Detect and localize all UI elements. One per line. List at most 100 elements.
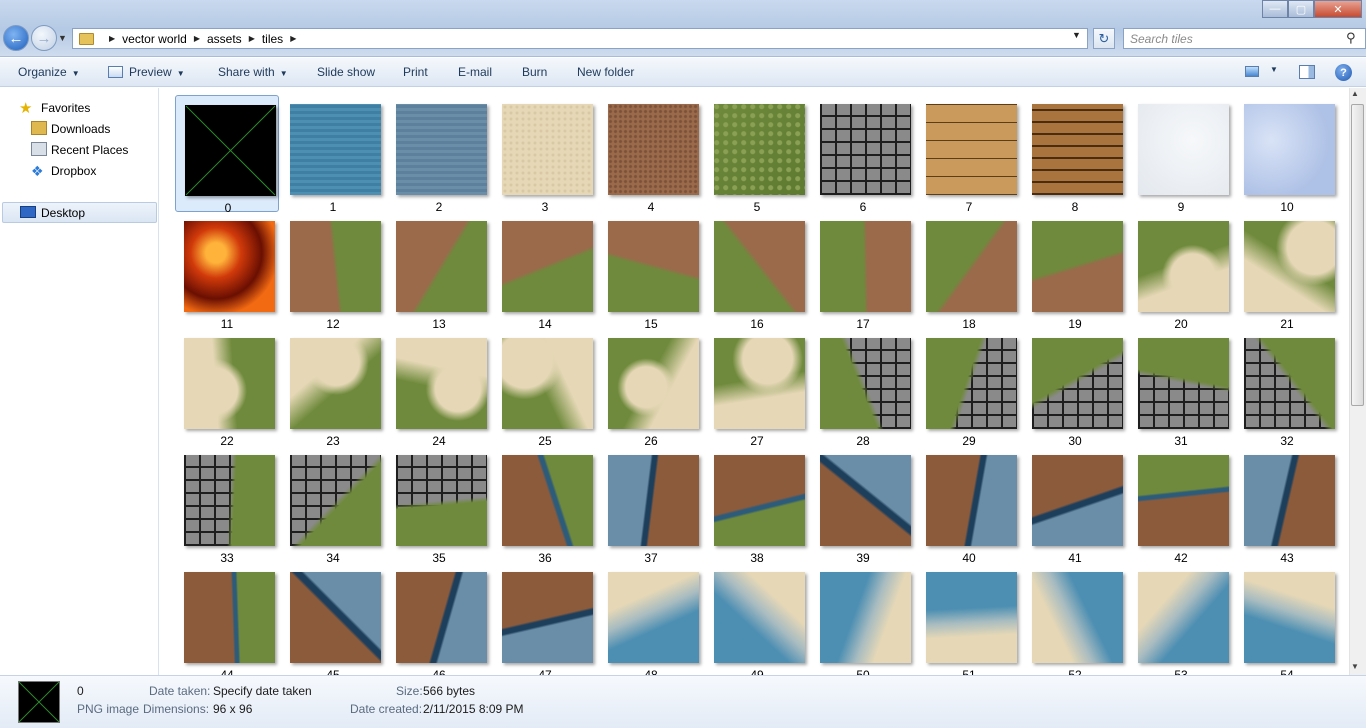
- breadcrumb-separator-icon[interactable]: ▶: [290, 34, 296, 43]
- file-item[interactable]: 2: [387, 95, 491, 214]
- file-item[interactable]: 24: [387, 329, 491, 448]
- breadcrumb-separator-icon[interactable]: ▶: [194, 34, 200, 43]
- file-item[interactable]: 6: [811, 95, 915, 214]
- back-button[interactable]: ←: [3, 25, 29, 51]
- email-button[interactable]: E-mail: [458, 65, 492, 79]
- file-thumbnail[interactable]: [1138, 221, 1229, 312]
- file-thumbnail[interactable]: [502, 455, 593, 546]
- print-button[interactable]: Print: [403, 65, 428, 79]
- file-name-label[interactable]: 52: [1023, 668, 1127, 675]
- file-item[interactable]: 36: [493, 446, 597, 565]
- file-item[interactable]: 22: [175, 329, 279, 448]
- share-with-button[interactable]: Share with ▼: [218, 65, 288, 79]
- preview-button[interactable]: Preview ▼: [129, 65, 185, 79]
- file-thumbnail[interactable]: [608, 455, 699, 546]
- minimize-button[interactable]: —: [1262, 0, 1288, 18]
- file-item[interactable]: 35: [387, 446, 491, 565]
- file-item[interactable]: 37: [599, 446, 703, 565]
- details-date-taken-value[interactable]: Specify date taken: [213, 684, 312, 698]
- file-item[interactable]: 16: [705, 212, 809, 331]
- file-item[interactable]: 8: [1023, 95, 1127, 214]
- file-item[interactable]: 47: [493, 563, 597, 675]
- file-thumbnail[interactable]: [396, 104, 487, 195]
- file-thumbnail[interactable]: [290, 455, 381, 546]
- file-item[interactable]: 14: [493, 212, 597, 331]
- address-history-dropdown[interactable]: ▼: [1072, 30, 1081, 40]
- file-thumbnail[interactable]: [1138, 455, 1229, 546]
- file-thumbnail[interactable]: [396, 338, 487, 429]
- file-thumbnail[interactable]: [396, 572, 487, 663]
- file-thumbnail[interactable]: [820, 455, 911, 546]
- breadcrumb-tiles[interactable]: tiles: [262, 32, 283, 46]
- file-thumbnail[interactable]: [184, 455, 275, 546]
- breadcrumb-separator-icon[interactable]: ▶: [249, 34, 255, 43]
- slide-show-button[interactable]: Slide show: [317, 65, 375, 79]
- file-item[interactable]: 51: [917, 563, 1021, 675]
- maximize-button[interactable]: ▢: [1288, 0, 1314, 18]
- file-item[interactable]: 5: [705, 95, 809, 214]
- file-thumbnail[interactable]: [184, 338, 275, 429]
- change-view-icon[interactable]: [1245, 66, 1259, 77]
- file-thumbnail[interactable]: [714, 221, 805, 312]
- file-list[interactable]: 0 1 2 3 4 5 6 7 8 9 10 11 12 13 14 15 16 17 18 19 20 21 22 23 24…: [160, 88, 1349, 675]
- file-thumbnail[interactable]: [608, 221, 699, 312]
- nav-desktop[interactable]: Desktop: [41, 206, 85, 220]
- file-item[interactable]: 31: [1129, 329, 1233, 448]
- scroll-down-icon[interactable]: ▼: [1351, 662, 1359, 671]
- file-item[interactable]: 23: [281, 329, 385, 448]
- breadcrumb-assets[interactable]: assets: [207, 32, 242, 46]
- file-thumbnail[interactable]: [820, 104, 911, 195]
- file-thumbnail[interactable]: [1244, 455, 1335, 546]
- nav-recent-places[interactable]: Recent Places: [51, 143, 128, 157]
- file-item[interactable]: 32: [1235, 329, 1339, 448]
- file-thumbnail[interactable]: [714, 455, 805, 546]
- organize-button[interactable]: Organize ▼: [18, 65, 80, 79]
- file-item[interactable]: 0: [175, 95, 279, 215]
- file-item[interactable]: 38: [705, 446, 809, 565]
- breadcrumb-vector-world[interactable]: vector world: [122, 32, 187, 46]
- file-thumbnail[interactable]: [290, 572, 381, 663]
- search-input[interactable]: Search tiles: [1123, 28, 1366, 49]
- file-thumbnail[interactable]: [926, 104, 1017, 195]
- refresh-button[interactable]: ↻: [1093, 28, 1115, 49]
- file-item[interactable]: 52: [1023, 563, 1127, 675]
- file-item[interactable]: 25: [493, 329, 597, 448]
- file-thumbnail[interactable]: [714, 572, 805, 663]
- file-thumbnail[interactable]: [185, 105, 276, 196]
- file-name-label[interactable]: 49: [705, 668, 809, 675]
- file-name-label[interactable]: 45: [281, 668, 385, 675]
- file-item[interactable]: 29: [917, 329, 1021, 448]
- file-thumbnail[interactable]: [608, 104, 699, 195]
- file-thumbnail[interactable]: [502, 572, 593, 663]
- file-item[interactable]: 48: [599, 563, 703, 675]
- file-item[interactable]: 7: [917, 95, 1021, 214]
- file-item[interactable]: 43: [1235, 446, 1339, 565]
- file-item[interactable]: 53: [1129, 563, 1233, 675]
- file-item[interactable]: 18: [917, 212, 1021, 331]
- file-thumbnail[interactable]: [714, 338, 805, 429]
- file-thumbnail[interactable]: [1244, 572, 1335, 663]
- scrollbar-thumb[interactable]: [1351, 104, 1364, 406]
- file-item[interactable]: 26: [599, 329, 703, 448]
- file-thumbnail[interactable]: [396, 455, 487, 546]
- preview-pane-toggle[interactable]: [1299, 65, 1315, 79]
- file-thumbnail[interactable]: [1244, 221, 1335, 312]
- file-item[interactable]: 41: [1023, 446, 1127, 565]
- file-item[interactable]: 30: [1023, 329, 1127, 448]
- file-thumbnail[interactable]: [926, 572, 1017, 663]
- file-thumbnail[interactable]: [1138, 338, 1229, 429]
- file-thumbnail[interactable]: [1032, 221, 1123, 312]
- file-thumbnail[interactable]: [926, 221, 1017, 312]
- file-item[interactable]: 54: [1235, 563, 1339, 675]
- search-icon[interactable]: ⚲: [1346, 30, 1356, 46]
- file-thumbnail[interactable]: [184, 221, 275, 312]
- file-thumbnail[interactable]: [820, 221, 911, 312]
- file-thumbnail[interactable]: [714, 104, 805, 195]
- file-item[interactable]: 27: [705, 329, 809, 448]
- file-thumbnail[interactable]: [502, 338, 593, 429]
- burn-button[interactable]: Burn: [522, 65, 547, 79]
- more-options-dropdown[interactable]: ▼: [1270, 65, 1278, 74]
- file-item[interactable]: 42: [1129, 446, 1233, 565]
- nav-downloads[interactable]: Downloads: [51, 122, 110, 136]
- file-item[interactable]: 12: [281, 212, 385, 331]
